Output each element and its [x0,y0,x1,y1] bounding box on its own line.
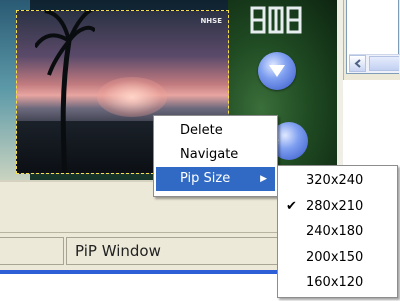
pip-size-option-160x120[interactable]: 160x120 [278,270,397,296]
menu-item-label: Pip Size [180,171,231,186]
pip-size-option-320x240[interactable]: 320x240 [278,168,397,194]
context-menu: Delete Navigate Pip Size ▶ [153,115,278,197]
channel-logo: NHSE [200,17,222,25]
scroll-thumb[interactable] [369,56,399,71]
pip-size-submenu: 320x240 ✔ 280x210 240x180 200x150 160x12… [277,165,398,298]
horizontal-scrollbar[interactable] [349,54,400,73]
submenu-arrow-icon: ▶ [260,174,267,184]
pip-size-option-label: 240x180 [306,224,364,239]
menu-item-delete[interactable]: Delete [154,119,277,143]
menu-item-label: Navigate [180,147,239,162]
lcd-digits-icon [250,6,302,34]
chevron-left-icon [353,59,361,68]
status-pane-left [0,237,64,265]
menu-item-navigate[interactable]: Navigate [154,143,277,167]
scroll-left-button[interactable] [349,55,366,72]
pip-size-option-label: 320x240 [306,173,364,188]
menu-item-pip-size[interactable]: Pip Size ▶ [156,167,275,191]
navigate-down-button[interactable] [258,52,296,90]
pip-size-option-280x210[interactable]: ✔ 280x210 [278,194,397,220]
checkmark-icon: ✔ [286,198,297,214]
right-list-panel [346,0,400,74]
right-window [343,0,400,80]
pip-size-option-200x150[interactable]: 200x150 [278,245,397,271]
pip-size-option-label: 160x120 [306,275,364,290]
sunset-glow [97,77,167,117]
pip-size-option-label: 200x150 [306,249,364,265]
menu-item-label: Delete [180,123,223,138]
pip-size-option-label: 280x210 [306,198,364,214]
pip-size-option-240x180[interactable]: 240x180 [278,219,397,245]
palm-tree-image [35,11,95,173]
down-triangle-icon [269,65,285,77]
